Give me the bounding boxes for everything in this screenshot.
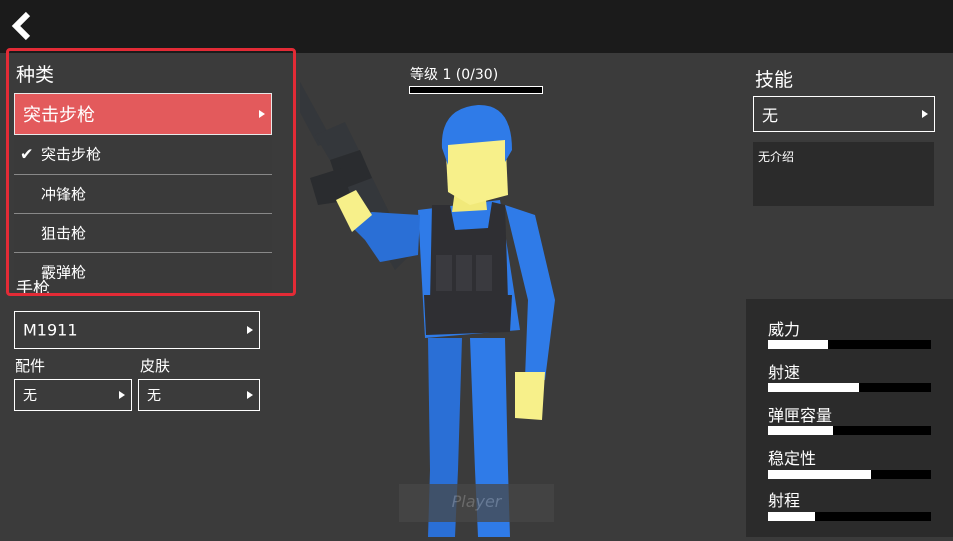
soldier-model	[240, 0, 555, 537]
stat-bar-power	[768, 340, 931, 349]
skill-description-box: 无介绍	[753, 142, 934, 206]
stat-fill-mag-capacity	[768, 426, 834, 435]
level-progress-bar	[409, 86, 543, 94]
back-button[interactable]	[8, 10, 36, 42]
skin-select-value: 无	[147, 388, 161, 404]
skill-title: 技能	[755, 69, 794, 91]
sidearm-title: 手枪	[16, 280, 50, 294]
stat-label-mag-capacity: 弹匣容量	[768, 406, 833, 425]
arrow-right-icon	[247, 391, 253, 399]
dropdown-option-smg[interactable]: 冲锋枪	[14, 174, 272, 212]
stat-label-power: 威力	[768, 320, 801, 339]
dropdown-option-sniper[interactable]: 狙击枪	[14, 213, 272, 251]
attachment-title: 配件	[15, 357, 46, 375]
sidearm-select[interactable]: M1911	[14, 311, 260, 349]
weapon-stats-panel: 威力 射速 弹匣容量 稳定性 射程	[746, 299, 953, 537]
player-name-input[interactable]: Player	[399, 484, 554, 522]
stat-bar-stability	[768, 470, 931, 479]
arrow-right-icon	[922, 110, 928, 118]
chevron-left-icon	[11, 11, 31, 41]
stat-bar-fire-rate	[768, 383, 931, 392]
player-name-placeholder: Player	[451, 492, 502, 511]
dropdown-option-shotgun[interactable]: 霰弹枪	[14, 252, 272, 290]
stat-bar-mag-capacity	[768, 426, 931, 435]
stat-bar-range	[768, 512, 931, 521]
stat-fill-fire-rate	[768, 383, 860, 392]
checkmark-icon: ✔	[20, 144, 34, 164]
skill-select-value: 无	[762, 106, 779, 125]
dropdown-option-assault-rifle[interactable]: ✔ 突击步枪	[14, 135, 272, 173]
attachment-select[interactable]: 无	[14, 379, 132, 411]
skill-select[interactable]: 无	[753, 96, 935, 132]
skill-description: 无介绍	[758, 150, 795, 164]
sidearm-select-value: M1911	[23, 320, 78, 340]
stat-fill-range	[768, 512, 816, 521]
level-label: 等级 1 (0/30)	[410, 67, 499, 83]
arrow-right-icon	[247, 326, 253, 334]
skin-select[interactable]: 无	[138, 379, 260, 411]
stat-label-fire-rate: 射速	[768, 363, 801, 382]
stat-label-stability: 稳定性	[768, 449, 817, 468]
category-select-value: 突击步枪	[23, 105, 95, 126]
arrow-right-icon	[119, 391, 125, 399]
skin-title: 皮肤	[140, 357, 171, 375]
attachment-select-value: 无	[23, 388, 37, 404]
category-title: 种类	[16, 64, 55, 86]
category-dropdown-list: ✔ 突击步枪 冲锋枪 狙击枪 霰弹枪	[14, 135, 272, 290]
character-preview[interactable]	[240, 0, 745, 537]
category-select[interactable]: 突击步枪	[14, 93, 272, 135]
stat-label-range: 射程	[768, 491, 801, 510]
stat-fill-stability	[768, 470, 871, 479]
stat-fill-power	[768, 340, 829, 349]
arrow-right-icon	[259, 110, 265, 118]
